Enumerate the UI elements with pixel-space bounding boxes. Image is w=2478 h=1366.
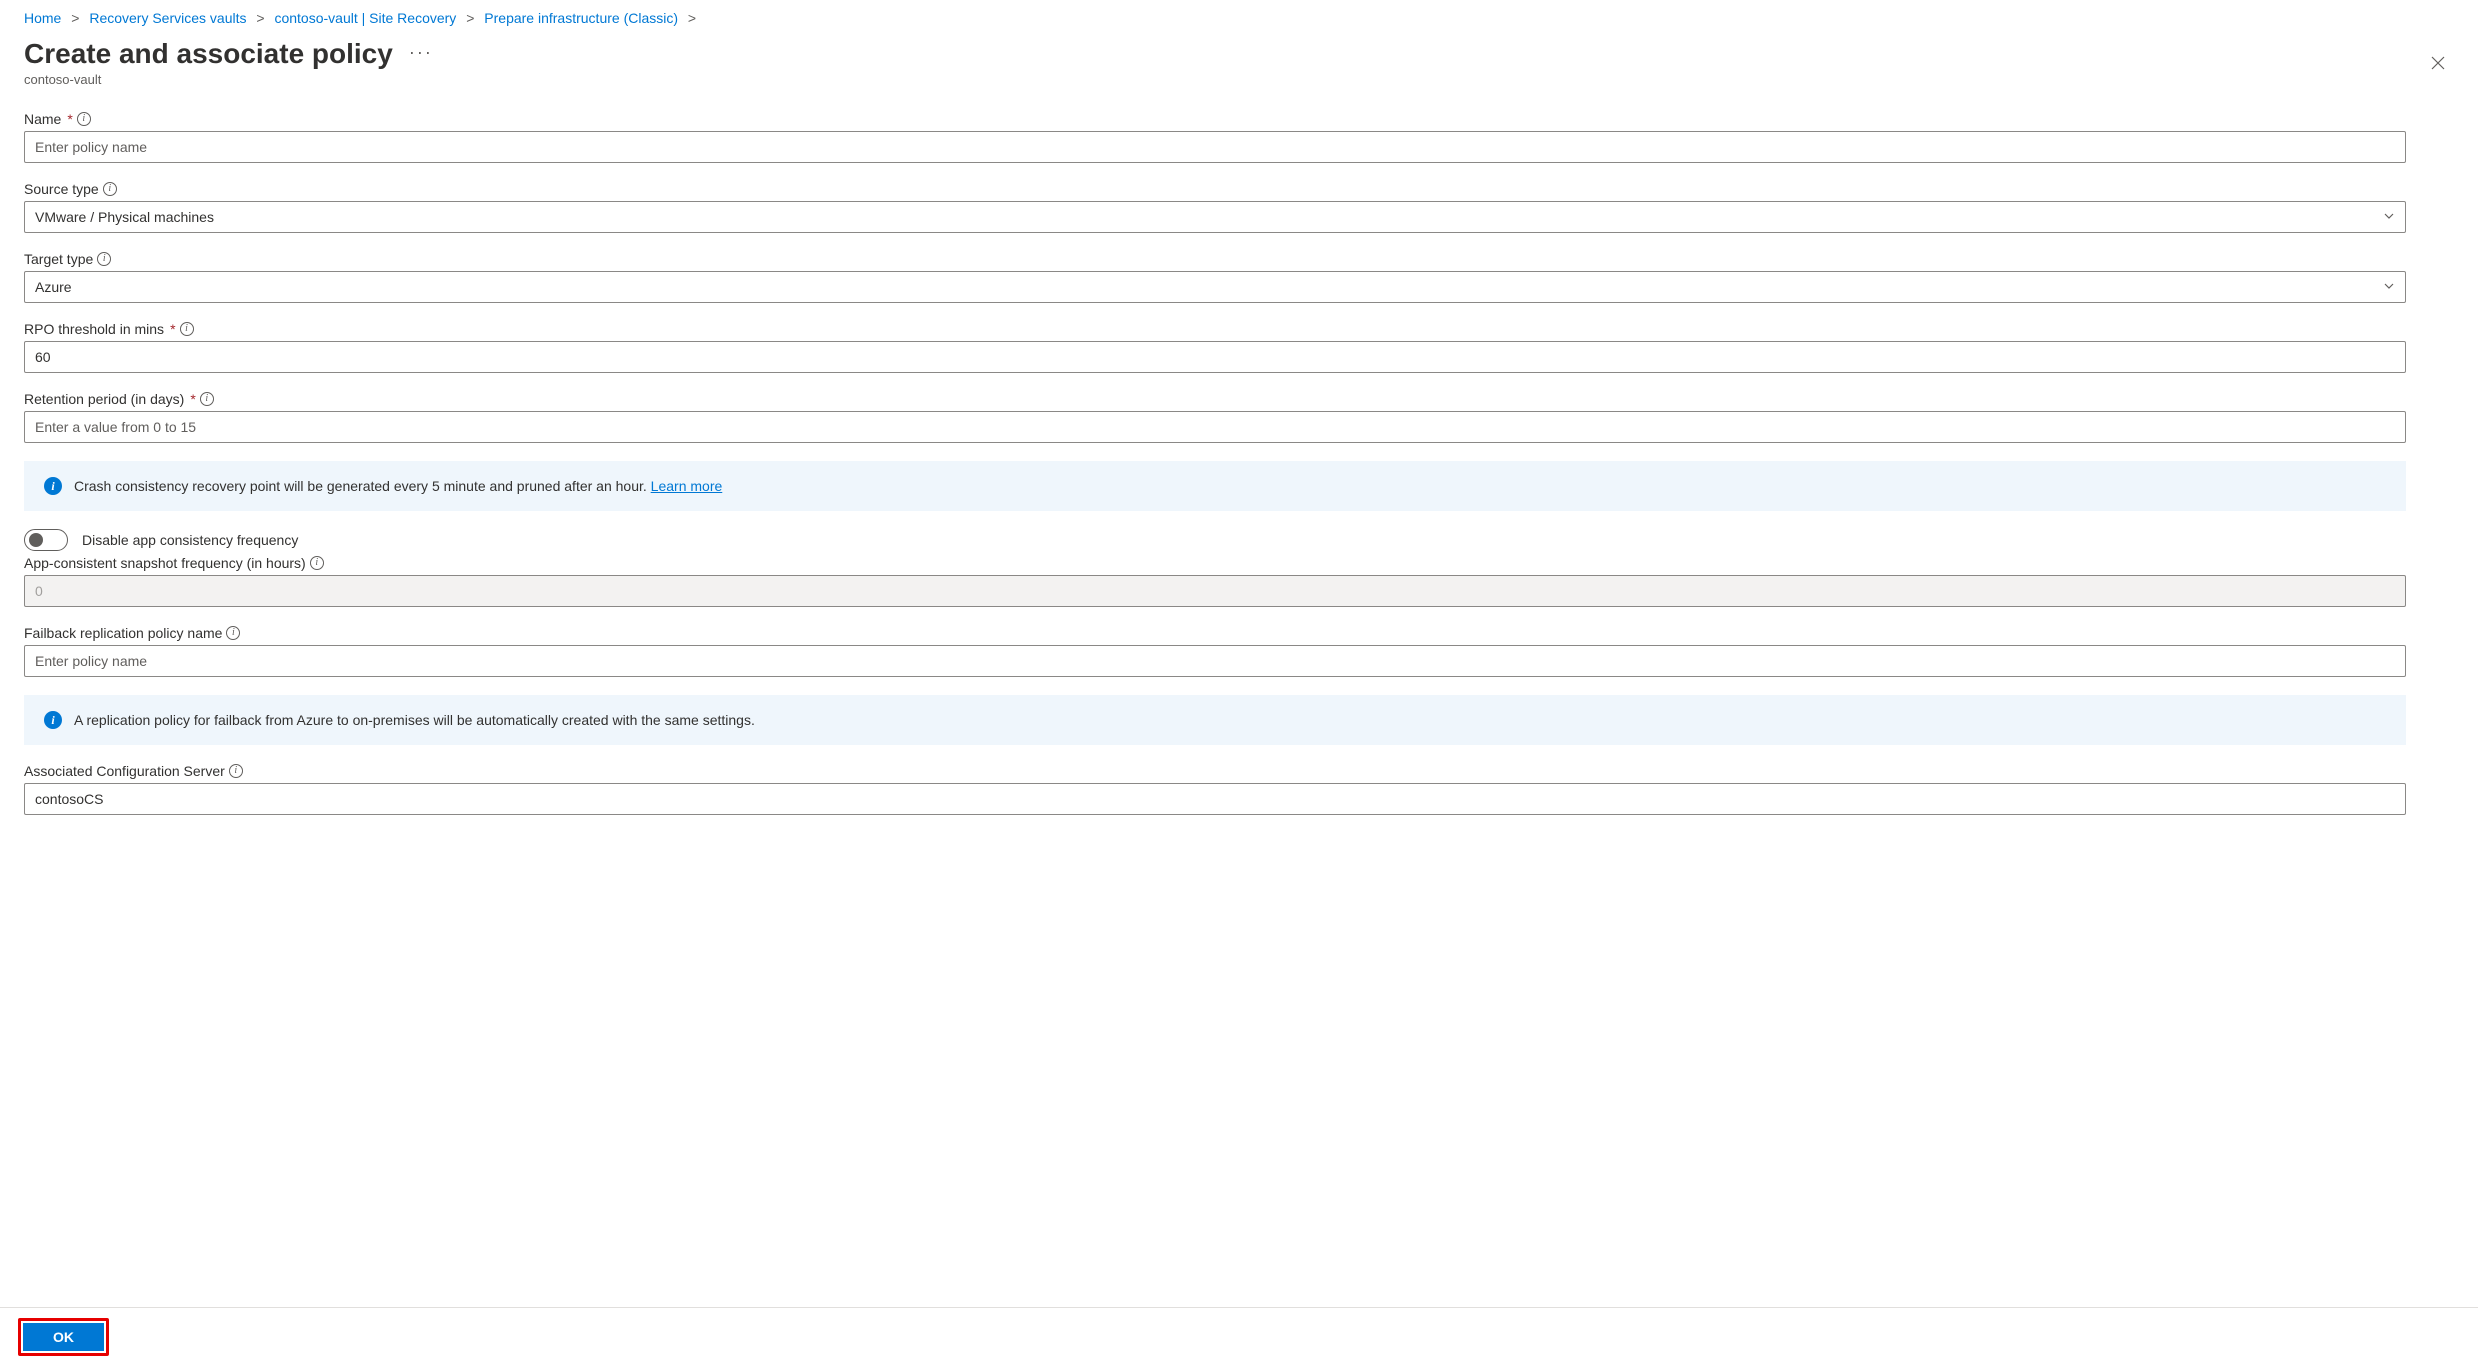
breadcrumb-link-prepare[interactable]: Prepare infrastructure (Classic): [484, 10, 678, 26]
crash-consistency-banner: i Crash consistency recovery point will …: [24, 461, 2406, 511]
field-label-text: RPO threshold in mins: [24, 321, 164, 337]
retention-input-wrap: [24, 411, 2406, 443]
chevron-right-icon: >: [460, 10, 480, 26]
info-icon[interactable]: i: [229, 764, 243, 778]
app-freq-input: [35, 576, 2395, 606]
page-subtitle: contoso-vault: [24, 72, 433, 87]
field-label-text: Associated Configuration Server: [24, 763, 225, 779]
config-server-input[interactable]: [35, 784, 2395, 814]
info-icon[interactable]: i: [103, 182, 117, 196]
info-icon[interactable]: i: [200, 392, 214, 406]
toggle-knob: [29, 533, 43, 547]
info-icon[interactable]: i: [97, 252, 111, 266]
footer: OK: [0, 1307, 2478, 1366]
chevron-down-icon: [2383, 280, 2395, 295]
required-indicator: *: [190, 391, 195, 407]
target-type-select[interactable]: Azure: [24, 271, 2406, 303]
chevron-right-icon: >: [682, 10, 702, 26]
name-input-wrap: [24, 131, 2406, 163]
info-icon[interactable]: i: [77, 112, 91, 126]
breadcrumb-link-home[interactable]: Home: [24, 10, 61, 26]
field-retention: Retention period (in days) * i: [24, 391, 2406, 443]
ok-button[interactable]: OK: [23, 1323, 104, 1351]
field-label-text: Retention period (in days): [24, 391, 184, 407]
page-title: Create and associate policy: [24, 38, 393, 70]
banner-text: Crash consistency recovery point will be…: [74, 478, 647, 494]
chevron-right-icon: >: [65, 10, 85, 26]
field-label-text: Source type: [24, 181, 99, 197]
more-actions-button[interactable]: ···: [409, 42, 433, 67]
field-failback: Failback replication policy name i: [24, 625, 2406, 677]
banner-text: A replication policy for failback from A…: [74, 712, 755, 728]
disable-app-consistency-row: Disable app consistency frequency: [24, 529, 2406, 551]
ok-button-highlight: OK: [18, 1318, 109, 1356]
required-indicator: *: [67, 111, 72, 127]
disable-app-consistency-toggle[interactable]: [24, 529, 68, 551]
required-indicator: *: [170, 321, 175, 337]
page-header: Create and associate policy ··· contoso-…: [0, 26, 2478, 87]
field-label-text: Target type: [24, 251, 93, 267]
field-name: Name * i: [24, 111, 2406, 163]
failback-input[interactable]: [35, 646, 2395, 676]
form: Name * i Source type i VMware / Physical…: [0, 87, 2430, 815]
name-input[interactable]: [35, 132, 2395, 162]
learn-more-link[interactable]: Learn more: [651, 478, 723, 494]
app-freq-input-wrap: [24, 575, 2406, 607]
breadcrumb-link-vaults[interactable]: Recovery Services vaults: [89, 10, 246, 26]
close-icon: [2430, 55, 2446, 71]
config-server-input-wrap: [24, 783, 2406, 815]
field-config-server: Associated Configuration Server i: [24, 763, 2406, 815]
field-app-freq: App-consistent snapshot frequency (in ho…: [24, 555, 2406, 607]
info-icon[interactable]: i: [180, 322, 194, 336]
breadcrumb-link-vault[interactable]: contoso-vault | Site Recovery: [274, 10, 456, 26]
field-label-text: App-consistent snapshot frequency (in ho…: [24, 555, 306, 571]
info-icon: i: [44, 711, 62, 729]
select-value: VMware / Physical machines: [35, 209, 2383, 225]
rpo-input[interactable]: [35, 342, 2395, 372]
field-rpo: RPO threshold in mins * i: [24, 321, 2406, 373]
info-icon: i: [44, 477, 62, 495]
chevron-down-icon: [2383, 210, 2395, 225]
info-icon[interactable]: i: [310, 556, 324, 570]
breadcrumb: Home > Recovery Services vaults > contos…: [0, 0, 2478, 26]
failback-input-wrap: [24, 645, 2406, 677]
retention-input[interactable]: [35, 412, 2395, 442]
chevron-right-icon: >: [250, 10, 270, 26]
failback-info-banner: i A replication policy for failback from…: [24, 695, 2406, 745]
rpo-input-wrap: [24, 341, 2406, 373]
info-icon[interactable]: i: [226, 626, 240, 640]
field-source-type: Source type i VMware / Physical machines: [24, 181, 2406, 233]
field-target-type: Target type i Azure: [24, 251, 2406, 303]
toggle-label: Disable app consistency frequency: [82, 532, 298, 548]
field-label-text: Failback replication policy name: [24, 625, 222, 641]
source-type-select[interactable]: VMware / Physical machines: [24, 201, 2406, 233]
select-value: Azure: [35, 279, 2383, 295]
close-button[interactable]: [2422, 47, 2454, 79]
field-label-text: Name: [24, 111, 61, 127]
